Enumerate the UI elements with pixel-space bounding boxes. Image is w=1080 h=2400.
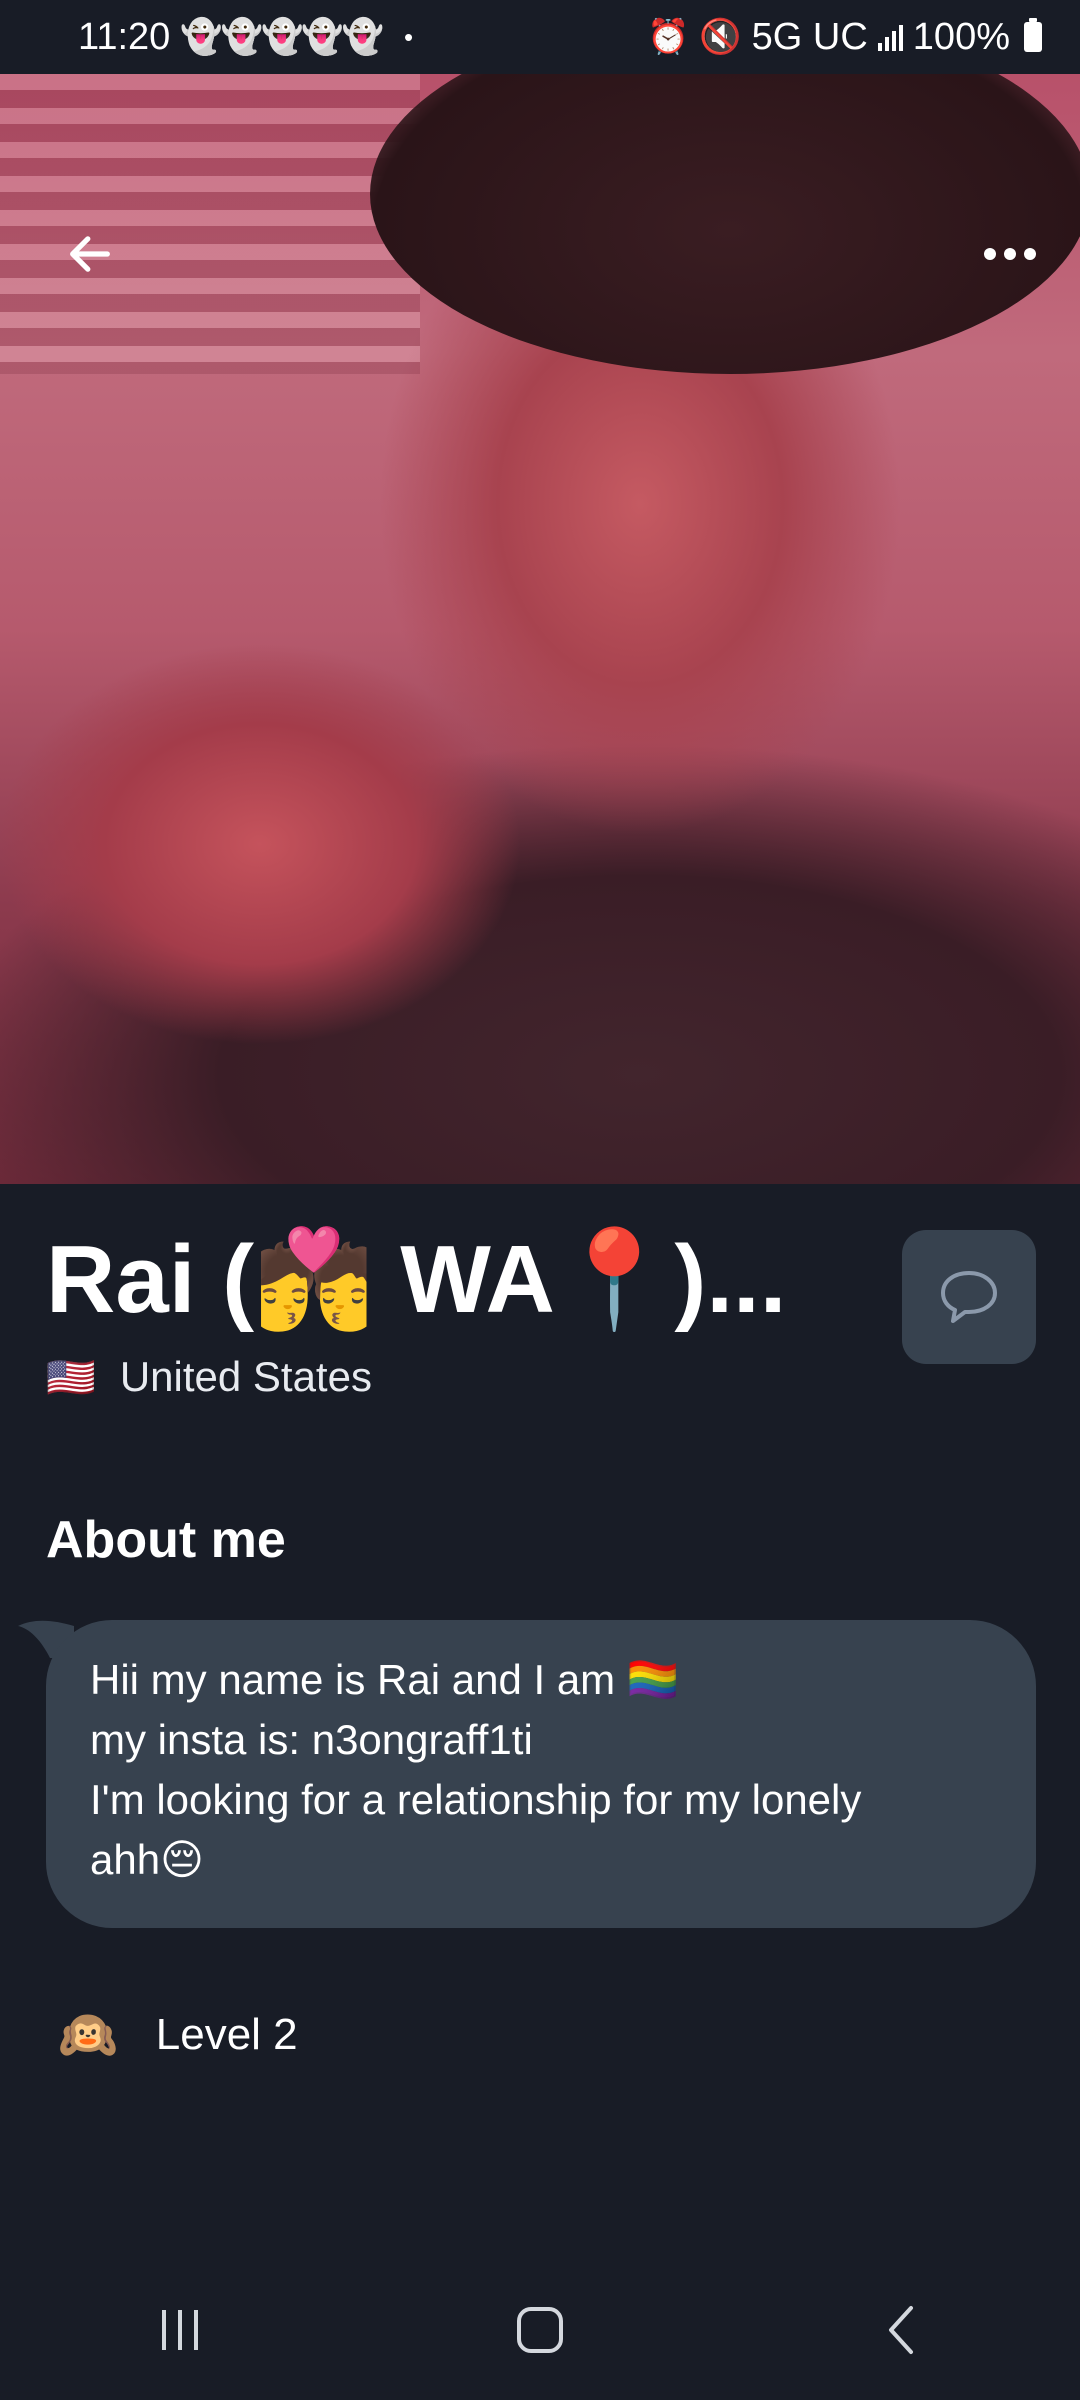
bio-line: my insta is: n3ongraff1ti bbox=[90, 1716, 533, 1763]
bio-line: Hii my name is Rai and I am 🏳️‍🌈 bbox=[90, 1656, 680, 1703]
status-left: 11:20 👻👻👻👻👻 • bbox=[78, 16, 413, 59]
battery-percent: 100% bbox=[912, 15, 1010, 58]
alarm-icon: ⏰ bbox=[646, 18, 690, 56]
signal-icon bbox=[877, 23, 903, 51]
bio-bubble: Hii my name is Rai and I am 🏳️‍🌈 my inst… bbox=[46, 1620, 1036, 1928]
bio-line: I'm looking for a relationship for my lo… bbox=[90, 1776, 862, 1823]
home-icon bbox=[517, 2307, 563, 2353]
hear-no-evil-monkey-icon: 🙉 bbox=[58, 2009, 118, 2062]
about-me-heading: About me bbox=[46, 1511, 286, 1569]
more-options-icon bbox=[984, 248, 1036, 260]
system-nav-bar bbox=[0, 2260, 1080, 2400]
mute-icon: 🔇 bbox=[699, 18, 742, 56]
nav-back-button[interactable] bbox=[840, 2280, 960, 2380]
recents-icon bbox=[162, 2310, 198, 2350]
network-type: 5G UC bbox=[751, 15, 868, 58]
status-bar: 11:20 👻👻👻👻👻 • ⏰ 🔇 5G UC 100% bbox=[0, 0, 1080, 74]
status-time: 11:20 bbox=[78, 15, 171, 58]
status-right: ⏰ 🔇 5G UC 100% bbox=[647, 16, 1042, 59]
home-button[interactable] bbox=[480, 2280, 600, 2380]
recents-button[interactable] bbox=[120, 2280, 240, 2380]
profile-name: Rai (💏 WA📍)... bbox=[46, 1226, 787, 1333]
bio-line: ahh😔 bbox=[90, 1836, 204, 1883]
nav-back-icon bbox=[889, 2306, 913, 2354]
us-flag-icon: 🇺🇸 bbox=[46, 1355, 96, 1400]
more-notifications-dot: • bbox=[403, 21, 414, 52]
battery-icon bbox=[1024, 18, 1042, 52]
chat-bubble-icon bbox=[941, 1271, 997, 1323]
back-button[interactable] bbox=[50, 214, 130, 294]
back-arrow-icon bbox=[70, 236, 110, 272]
more-options-button[interactable] bbox=[970, 214, 1050, 294]
level-row: 🙉 Level 2 bbox=[58, 2006, 298, 2063]
location-row: 🇺🇸 United States bbox=[46, 1353, 1036, 1401]
level-label: Level 2 bbox=[155, 2009, 298, 2059]
message-button[interactable] bbox=[902, 1230, 1036, 1364]
snapchat-notification-icons: 👻👻👻👻👻 bbox=[180, 18, 384, 56]
profile-photo[interactable] bbox=[0, 74, 1080, 1184]
profile-header: Rai (💏 WA📍)... 🇺🇸 United States bbox=[46, 1225, 1036, 1401]
country-label: United States bbox=[119, 1353, 372, 1400]
